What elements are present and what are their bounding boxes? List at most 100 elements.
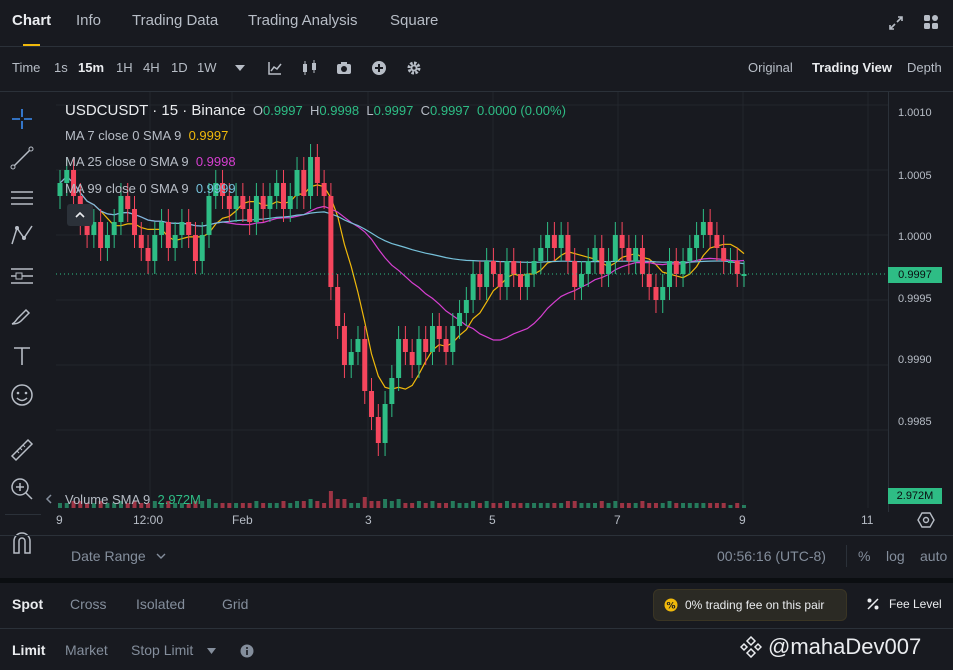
horizontal-lines-icon[interactable] <box>8 184 36 212</box>
interval-4h[interactable]: 4H <box>143 60 160 75</box>
candle-body <box>138 235 144 248</box>
interval-15m[interactable]: 15m <box>78 60 104 75</box>
coin-icon: % <box>664 598 678 612</box>
candle-body <box>389 378 395 404</box>
ruler-icon[interactable] <box>8 436 36 464</box>
collapse-arrow-icon[interactable] <box>45 493 53 505</box>
volume-bar <box>728 505 733 508</box>
tab-cross[interactable]: Cross <box>70 596 107 612</box>
interval-1d[interactable]: 1D <box>171 60 188 75</box>
fib-retracement-icon[interactable] <box>8 262 36 290</box>
pattern-icon[interactable] <box>8 222 36 250</box>
svg-text:%: % <box>666 602 675 612</box>
auto-toggle[interactable]: auto <box>920 548 947 564</box>
y-tick: 1.0005 <box>898 170 932 182</box>
candle-body <box>382 404 388 443</box>
interval-1h[interactable]: 1H <box>116 60 133 75</box>
ma25-legend[interactable]: MA 25 close 0 SMA 9 0.9998 <box>65 154 236 169</box>
interval-time[interactable]: Time <box>12 60 40 75</box>
tab-trading-analysis[interactable]: Trading Analysis <box>248 12 358 29</box>
volume-bar <box>247 503 252 508</box>
tab-trading-data[interactable]: Trading Data <box>132 12 218 29</box>
tab-info[interactable]: Info <box>76 12 101 29</box>
view-trading-view[interactable]: Trading View <box>812 60 892 75</box>
candle-body <box>240 196 246 209</box>
view-original[interactable]: Original <box>748 60 793 75</box>
candle-body <box>639 248 645 274</box>
view-depth[interactable]: Depth <box>907 60 942 75</box>
order-tab-stop-limit[interactable]: Stop Limit <box>131 642 193 658</box>
ma99-label: MA 99 close 0 SMA 9 <box>65 181 189 196</box>
candle-body <box>565 235 571 261</box>
tab-isolated[interactable]: Isolated <box>136 596 185 612</box>
order-tab-market[interactable]: Market <box>65 642 108 658</box>
chevron-down-icon[interactable] <box>156 553 166 559</box>
volume-bar <box>538 503 543 508</box>
volume-bar <box>742 505 746 508</box>
candle-body <box>612 235 618 261</box>
candle-body <box>274 183 280 196</box>
candle-body <box>375 417 381 443</box>
chevron-down-icon[interactable] <box>235 65 245 71</box>
trend-line-icon[interactable] <box>8 144 36 172</box>
chart-settings-icon[interactable] <box>917 512 935 528</box>
candle-body <box>721 248 727 261</box>
percent-icon <box>867 598 879 610</box>
camera-icon[interactable] <box>336 61 352 75</box>
volume-bar <box>586 503 591 508</box>
volume-bar <box>606 503 611 508</box>
tab-spot[interactable]: Spot <box>12 596 43 612</box>
ma7-legend[interactable]: MA 7 close 0 SMA 9 0.9997 <box>65 128 228 143</box>
volume-bar <box>328 491 333 508</box>
chevron-down-icon[interactable] <box>207 648 216 654</box>
tab-grid[interactable]: Grid <box>222 596 248 612</box>
interval-1w[interactable]: 1W <box>197 60 217 75</box>
symbol-label[interactable]: USDCUSDT · 15 · Binance <box>65 102 246 119</box>
layout-grid-icon[interactable] <box>923 14 939 30</box>
volume-bar <box>498 503 503 508</box>
date-range-button[interactable]: Date Range <box>71 548 146 564</box>
indicator-icon[interactable] <box>267 60 283 76</box>
zoom-in-icon[interactable] <box>8 475 36 503</box>
volume-label: Volume SMA 9 <box>65 492 151 507</box>
order-tab-limit[interactable]: Limit <box>12 642 45 658</box>
candle-body <box>308 157 314 196</box>
tab-chart[interactable]: Chart <box>12 12 51 29</box>
emoji-icon[interactable] <box>8 381 36 409</box>
tab-square[interactable]: Square <box>390 12 438 29</box>
candle-body <box>165 222 171 248</box>
add-circle-icon[interactable] <box>371 60 387 76</box>
volume-bar <box>295 501 300 508</box>
candle-body <box>511 261 517 274</box>
volume-bar <box>457 503 462 508</box>
candle-body <box>314 157 320 183</box>
crosshair-icon[interactable] <box>8 105 36 133</box>
candle-body <box>477 274 483 287</box>
ma99-legend[interactable]: MA 99 close 0 SMA 9 0.9999 <box>65 181 236 196</box>
candle-body <box>646 274 652 287</box>
volume-bar <box>423 503 428 508</box>
volume-bar <box>234 503 239 508</box>
log-toggle[interactable]: log <box>886 548 905 564</box>
expand-icon[interactable] <box>888 15 904 31</box>
candles-icon[interactable] <box>301 60 319 76</box>
volume-bar <box>389 501 394 508</box>
brush-icon[interactable] <box>8 302 36 330</box>
magnet-icon[interactable] <box>8 529 36 557</box>
volume-bar <box>281 501 286 508</box>
collapse-legend-button[interactable] <box>67 204 93 226</box>
candle-body <box>355 339 361 352</box>
fee-banner[interactable]: % 0% trading fee on this pair <box>653 589 847 621</box>
volume-bar <box>701 503 706 508</box>
fee-level-link[interactable]: Fee Level <box>889 597 942 611</box>
candle-body <box>328 196 334 287</box>
interval-1s[interactable]: 1s <box>54 60 68 75</box>
info-icon[interactable] <box>240 644 254 658</box>
chevron-up-icon <box>75 211 85 218</box>
percent-toggle[interactable]: % <box>858 548 870 564</box>
candle-body <box>416 339 422 365</box>
settings-gear-icon[interactable] <box>406 60 422 76</box>
volume-legend[interactable]: Volume SMA 9 2.972M <box>65 492 201 507</box>
text-icon[interactable] <box>8 342 36 370</box>
divider <box>846 545 847 567</box>
